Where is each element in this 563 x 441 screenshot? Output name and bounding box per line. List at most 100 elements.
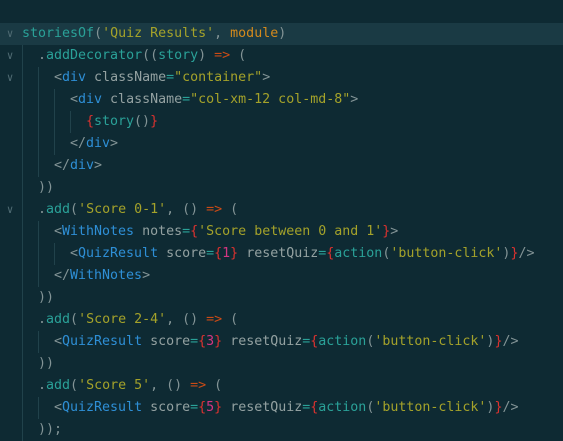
code-token: > bbox=[142, 268, 151, 283]
code-line[interactable]: </div> bbox=[0, 155, 563, 177]
code-token: { bbox=[214, 246, 223, 261]
code-token: => bbox=[206, 312, 223, 327]
code-token: { bbox=[86, 114, 95, 129]
code-token: ( bbox=[70, 202, 79, 217]
indent-guide bbox=[22, 287, 23, 309]
code-line[interactable]: <QuizResult score={1} resetQuiz={action(… bbox=[0, 243, 563, 265]
code-text: </WithNotes> bbox=[54, 265, 150, 287]
code-token: </ bbox=[70, 136, 87, 151]
fold-chevron-icon[interactable]: ∨ bbox=[3, 67, 17, 89]
indent-guide bbox=[38, 331, 39, 353]
indent-guide bbox=[22, 221, 23, 243]
indent-guide bbox=[54, 243, 55, 265]
code-line[interactable]: <QuizResult score={5} resetQuiz={action(… bbox=[0, 397, 563, 419]
code-token: </ bbox=[54, 158, 71, 173]
indent-guide bbox=[22, 199, 23, 221]
code-token: module bbox=[230, 26, 279, 41]
code-token: , () bbox=[150, 378, 191, 393]
code-line[interactable]: ∨ .add('Score 0-1', () => ( bbox=[0, 199, 563, 221]
code-token: < bbox=[54, 334, 63, 349]
code-text: <QuizResult score={3} resetQuiz={action(… bbox=[54, 331, 518, 353]
code-line[interactable]: )) bbox=[0, 353, 563, 375]
code-token: () bbox=[134, 114, 151, 129]
code-text: </div> bbox=[54, 155, 102, 177]
code-token: 'Score between 0 and 1' bbox=[198, 224, 383, 239]
code-text: .add('Score 0-1', () => ( bbox=[38, 199, 238, 221]
code-token: QuizResult bbox=[78, 246, 159, 261]
indent-guide bbox=[22, 265, 23, 287]
code-token: = bbox=[206, 246, 215, 261]
indent-guide bbox=[38, 89, 39, 111]
code-line[interactable]: <div className="col-xm-12 col-md-8"> bbox=[0, 89, 563, 111]
indent-guide bbox=[38, 155, 39, 177]
code-token: className bbox=[86, 70, 167, 85]
code-token: storiesOf bbox=[22, 26, 95, 41]
code-line[interactable]: ∨ .addDecorator((story) => ( bbox=[0, 45, 563, 67]
code-token: add bbox=[46, 202, 71, 217]
code-token: QuizResult bbox=[62, 400, 143, 415]
indent-guide bbox=[22, 89, 23, 111]
code-line[interactable]: .add('Score 2-4', () => ( bbox=[0, 309, 563, 331]
code-token: . bbox=[38, 48, 47, 63]
code-token: < bbox=[54, 400, 63, 415]
code-text: storiesOf('Quiz Results', module) bbox=[22, 23, 286, 45]
code-token: ) bbox=[278, 26, 287, 41]
code-text: )) bbox=[38, 353, 54, 375]
code-token: story bbox=[94, 114, 135, 129]
indent-guide bbox=[38, 265, 39, 287]
code-token: resetQuiz bbox=[238, 246, 319, 261]
code-line[interactable]: <WithNotes notes={'Score between 0 and 1… bbox=[0, 221, 563, 243]
code-line[interactable]: </WithNotes> bbox=[0, 265, 563, 287]
code-line[interactable]: ∨ storiesOf('Quiz Results', module) bbox=[0, 23, 563, 45]
fold-chevron-icon[interactable]: ∨ bbox=[3, 45, 17, 67]
code-line[interactable]: <QuizResult score={3} resetQuiz={action(… bbox=[0, 331, 563, 353]
code-token: score bbox=[142, 334, 191, 349]
indent-guide bbox=[22, 111, 23, 133]
code-text: <WithNotes notes={'Score between 0 and 1… bbox=[54, 221, 398, 243]
code-line[interactable]: )); bbox=[0, 419, 563, 441]
code-line[interactable]: ∨ <div className="container"> bbox=[0, 67, 563, 89]
code-token: } bbox=[230, 246, 239, 261]
code-text: .addDecorator((story) => ( bbox=[38, 45, 246, 67]
fold-chevron-icon[interactable]: ∨ bbox=[3, 23, 17, 45]
code-token: } bbox=[214, 400, 223, 415]
code-token: action bbox=[318, 400, 367, 415]
indent-guide bbox=[22, 133, 23, 155]
code-token: , bbox=[214, 26, 231, 41]
code-token: ) bbox=[198, 48, 215, 63]
code-line[interactable]: )) bbox=[0, 177, 563, 199]
code-text: <div className="container"> bbox=[54, 67, 270, 89]
fold-chevron-icon[interactable]: ∨ bbox=[3, 199, 17, 221]
code-token: score bbox=[158, 246, 207, 261]
indent-guide bbox=[22, 309, 23, 331]
code-token: /> bbox=[502, 334, 519, 349]
code-token: add bbox=[46, 312, 71, 327]
code-token: = bbox=[182, 224, 191, 239]
code-token: className bbox=[102, 92, 183, 107]
indent-guide bbox=[38, 133, 39, 155]
code-token: => bbox=[214, 48, 231, 63]
code-text: <QuizResult score={5} resetQuiz={action(… bbox=[54, 397, 518, 419]
code-line[interactable]: )) bbox=[0, 287, 563, 309]
indent-guide bbox=[38, 111, 39, 133]
code-token: > bbox=[110, 136, 119, 151]
code-token: . bbox=[38, 378, 47, 393]
code-token: < bbox=[54, 70, 63, 85]
code-text: <div className="col-xm-12 col-md-8"> bbox=[70, 89, 358, 111]
code-token: => bbox=[206, 202, 223, 217]
code-editor[interactable]: ∨ storiesOf('Quiz Results', module) ∨ .addD… bbox=[0, 23, 563, 441]
indent-guide bbox=[38, 397, 39, 419]
code-token: = bbox=[166, 70, 175, 85]
code-line[interactable]: {story()} bbox=[0, 111, 563, 133]
code-token: resetQuiz bbox=[222, 334, 303, 349]
code-token: resetQuiz bbox=[222, 400, 303, 415]
code-token: > bbox=[350, 92, 359, 107]
code-line[interactable]: .add('Score 5', () => ( bbox=[0, 375, 563, 397]
code-token: div bbox=[86, 136, 111, 151]
code-token: { bbox=[198, 400, 207, 415]
code-token: QuizResult bbox=[62, 334, 143, 349]
code-token: { bbox=[198, 334, 207, 349]
code-token: 'button-click' bbox=[374, 400, 487, 415]
indent-guide bbox=[22, 419, 23, 441]
code-line[interactable]: </div> bbox=[0, 133, 563, 155]
